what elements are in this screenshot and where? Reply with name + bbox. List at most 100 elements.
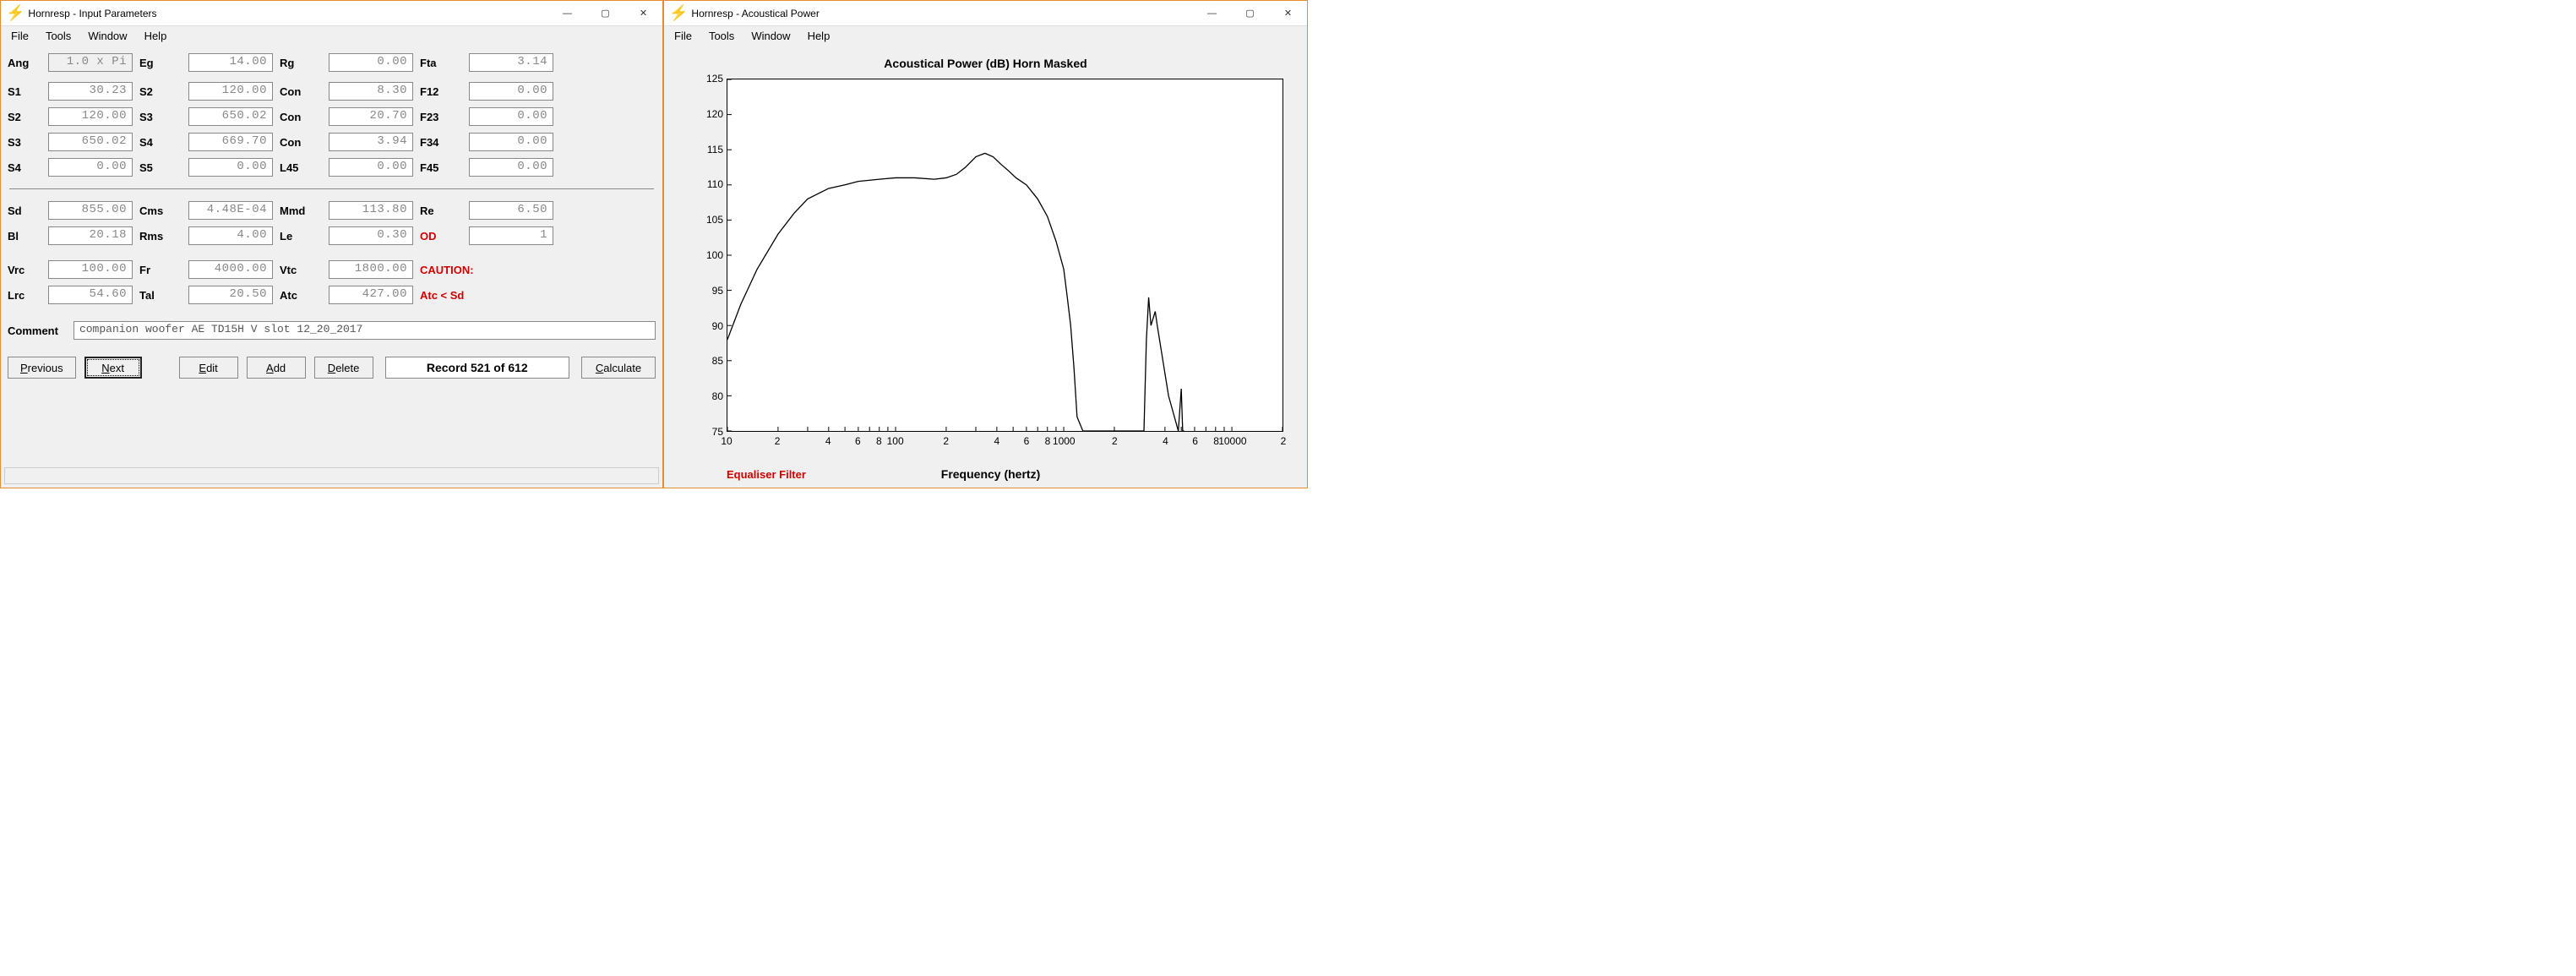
grid-top2: S130.23S2120.00Con8.30F120.00S2120.00S36… — [8, 82, 656, 177]
field-value[interactable]: 113.80 — [329, 201, 413, 220]
field-label: L45 — [280, 161, 322, 174]
field-value[interactable]: 0.00 — [48, 158, 133, 177]
field-value[interactable]: 855.00 — [48, 201, 133, 220]
field-value[interactable]: 0.00 — [329, 158, 413, 177]
field-value[interactable]: 54.60 — [48, 286, 133, 304]
y-tick: 115 — [689, 144, 723, 155]
field-value[interactable]: 0.00 — [188, 158, 273, 177]
previous-button[interactable]: Previous — [8, 357, 76, 379]
delete-button[interactable]: Delete — [314, 357, 373, 379]
field-label: S3 — [8, 136, 41, 149]
app-icon: ⚡ — [6, 4, 25, 22]
field-label: F12 — [420, 85, 462, 98]
field-value[interactable]: 6.50 — [469, 201, 553, 220]
field-label: S5 — [139, 161, 182, 174]
field-label: Atc — [280, 289, 322, 302]
x-tick: 6 — [855, 435, 861, 447]
field-value[interactable]: 30.23 — [48, 82, 133, 101]
field-value[interactable]: 120.00 — [48, 107, 133, 126]
maximize-button[interactable]: ▢ — [586, 1, 624, 26]
field-label: Atc < Sd — [420, 289, 462, 302]
statusbar — [4, 467, 659, 484]
minimize-button[interactable]: — — [1193, 1, 1231, 26]
field-value[interactable]: 0.00 — [469, 133, 553, 151]
field-value[interactable]: 0.00 — [469, 107, 553, 126]
comment-input[interactable]: companion woofer AE TD15H V slot 12_20_2… — [74, 321, 656, 340]
field-label: Fta — [420, 57, 462, 69]
field-value[interactable]: 669.70 — [188, 133, 273, 151]
field-value[interactable]: 3.14 — [469, 53, 553, 72]
field-label: S4 — [8, 161, 41, 174]
next-button[interactable]: Next — [84, 357, 142, 379]
add-button[interactable]: Add — [247, 357, 306, 379]
field-value[interactable]: 8.30 — [329, 82, 413, 101]
field-label: Ang — [8, 57, 41, 69]
field-label: F34 — [420, 136, 462, 149]
field-value[interactable]: 1 — [469, 226, 553, 245]
x-tick: 10000 — [1218, 435, 1246, 447]
calculate-button[interactable]: Calculate — [581, 357, 656, 379]
y-tick: 125 — [689, 73, 723, 85]
menu-tools[interactable]: Tools — [39, 28, 78, 44]
field-label: Cms — [139, 204, 182, 217]
field-value[interactable]: 20.18 — [48, 226, 133, 245]
maximize-button[interactable]: ▢ — [1231, 1, 1269, 26]
menubar: File Tools Window Help — [1, 26, 662, 45]
x-tick: 10 — [721, 435, 732, 447]
field-value[interactable]: 650.02 — [188, 107, 273, 126]
field-value[interactable]: 0.30 — [329, 226, 413, 245]
field-label: Lrc — [8, 289, 41, 302]
close-button[interactable]: ✕ — [624, 1, 662, 26]
field-value[interactable]: 120.00 — [188, 82, 273, 101]
menu-tools[interactable]: Tools — [702, 28, 741, 44]
field-value[interactable]: 0.00 — [469, 82, 553, 101]
button-row: Previous Next Edit Add Delete Record 521… — [8, 357, 656, 379]
equaliser-filter-label: Equaliser Filter — [727, 468, 806, 481]
window-title: Hornresp - Input Parameters — [28, 8, 548, 19]
field-value[interactable]: 0.00 — [469, 158, 553, 177]
menu-help[interactable]: Help — [801, 28, 837, 44]
field-value[interactable]: 427.00 — [329, 286, 413, 304]
y-tick: 120 — [689, 108, 723, 120]
menu-window[interactable]: Window — [744, 28, 797, 44]
field-label: Con — [280, 85, 322, 98]
titlebar: ⚡ Hornresp - Input Parameters — ▢ ✕ — [1, 1, 662, 26]
field-value[interactable]: 0.00 — [329, 53, 413, 72]
menu-file[interactable]: File — [4, 28, 35, 44]
field-label: F23 — [420, 111, 462, 123]
y-tick: 95 — [689, 285, 723, 297]
menu-file[interactable]: File — [667, 28, 699, 44]
y-tick: 80 — [689, 390, 723, 402]
edit-button[interactable]: Edit — [179, 357, 238, 379]
field-value[interactable]: 14.00 — [188, 53, 273, 72]
field-label: Mmd — [280, 204, 322, 217]
titlebar: ⚡ Hornresp - Acoustical Power — ▢ ✕ — [664, 1, 1307, 26]
field-value[interactable]: 20.70 — [329, 107, 413, 126]
chart-pane: Acoustical Power (dB) Horn Masked Freque… — [664, 45, 1307, 488]
field-value[interactable]: 4000.00 — [188, 260, 273, 279]
field-label: Eg — [139, 57, 182, 69]
window-controls: — ▢ ✕ — [548, 1, 662, 26]
field-value[interactable]: 4.48E-04 — [188, 201, 273, 220]
x-tick: 6 — [1192, 435, 1198, 447]
field-label: Bl — [8, 230, 41, 243]
field-label: Rg — [280, 57, 322, 69]
field-value[interactable]: 4.00 — [188, 226, 273, 245]
x-tick: 8 — [1045, 435, 1051, 447]
close-button[interactable]: ✕ — [1269, 1, 1307, 26]
input-parameters-window: ⚡ Hornresp - Input Parameters — ▢ ✕ File… — [0, 0, 663, 488]
menu-window[interactable]: Window — [81, 28, 133, 44]
window-controls: — ▢ ✕ — [1193, 1, 1307, 26]
field-value[interactable]: 20.50 — [188, 286, 273, 304]
menu-help[interactable]: Help — [138, 28, 174, 44]
field-label: S1 — [8, 85, 41, 98]
field-label: Con — [280, 136, 322, 149]
field-label: Vtc — [280, 264, 322, 276]
field-value[interactable]: 100.00 — [48, 260, 133, 279]
field-value[interactable]: 3.94 — [329, 133, 413, 151]
divider — [9, 188, 654, 189]
minimize-button[interactable]: — — [548, 1, 586, 26]
field-value[interactable]: 650.02 — [48, 133, 133, 151]
field-value[interactable]: 1800.00 — [329, 260, 413, 279]
field-value[interactable]: 1.0 x Pi — [48, 53, 133, 72]
